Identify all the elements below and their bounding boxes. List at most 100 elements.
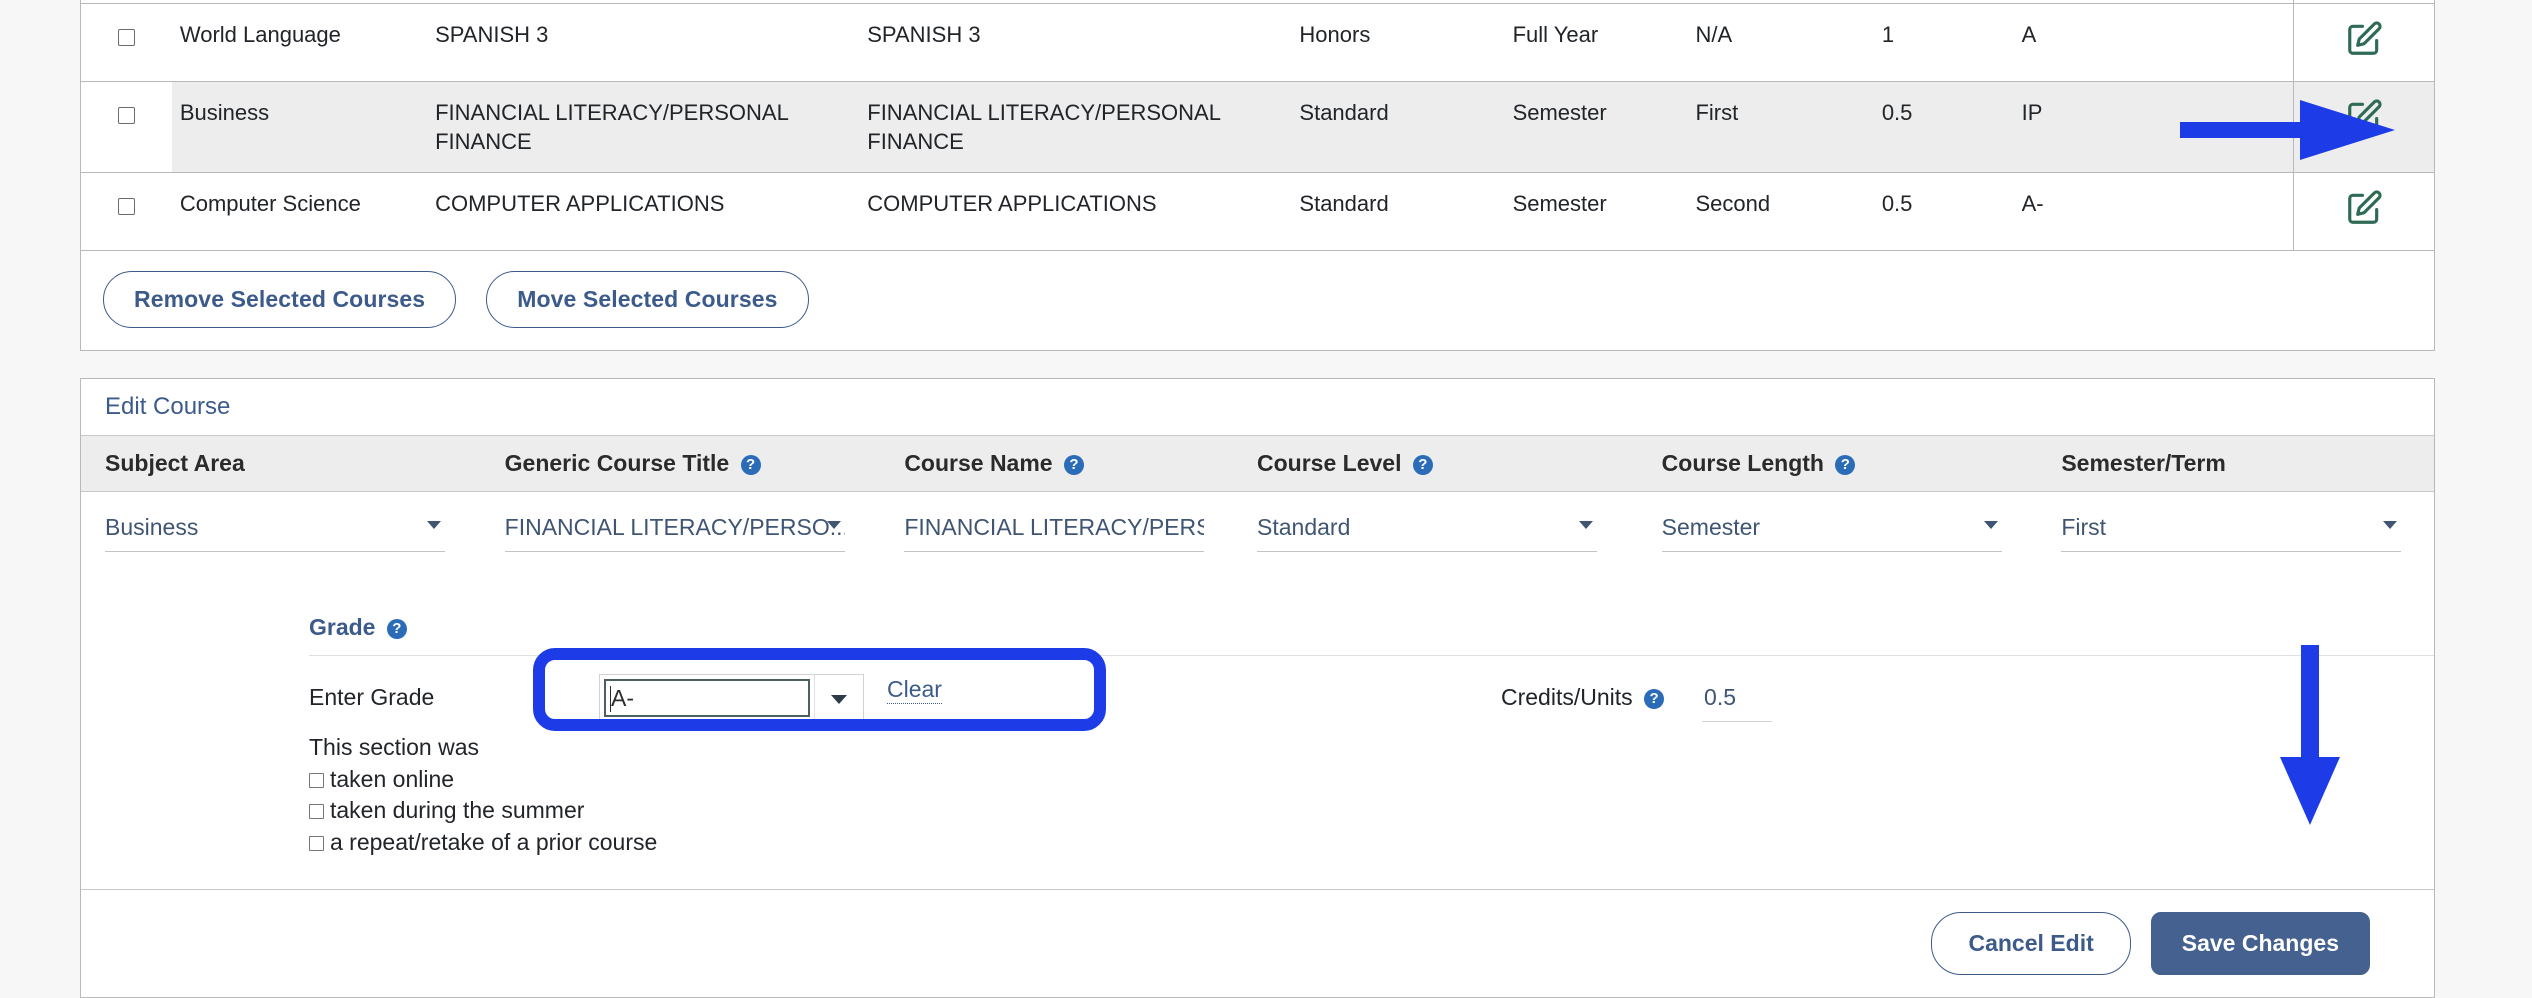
grade-input-row: Enter Grade A- Clear Credits/Units ? 0.5	[81, 656, 2434, 722]
header-subject-area-label: Subject Area	[105, 450, 245, 476]
grade-input[interactable]: A-	[604, 679, 810, 717]
credits-units-label-text: Credits/Units	[1501, 684, 1633, 710]
edit-course-cell[interactable]	[2294, 82, 2434, 173]
grade-section: Grade ? Enter Grade A- Clear Credits/Uni…	[81, 552, 2434, 859]
repeat-retake-checkbox[interactable]	[309, 836, 324, 851]
help-icon[interactable]: ?	[1064, 455, 1084, 475]
grade-section-title: Grade ?	[81, 614, 2434, 641]
header-course-level: Course Level ?	[1233, 436, 1638, 491]
help-icon[interactable]: ?	[387, 619, 407, 639]
grade-title-text: Grade	[309, 614, 375, 640]
header-semester-term-label: Semester/Term	[2061, 450, 2226, 476]
cell-credits: 0.5	[1882, 82, 2022, 173]
chevron-down-icon[interactable]	[1984, 521, 1998, 529]
move-selected-courses-button[interactable]: Move Selected Courses	[486, 271, 808, 328]
header-generic-course-title: Generic Course Title ?	[481, 436, 881, 491]
edit-course-panel: Edit Course Subject Area Generic Course …	[80, 378, 2435, 998]
edit-course-value-row: Business FINANCIAL LITERACY/PERSO... FIN…	[81, 492, 2434, 552]
cell-grade: A-	[2022, 173, 2189, 251]
section-was-option-row[interactable]: taken during the summer	[309, 795, 2434, 827]
edit-course-cell[interactable]	[2294, 173, 2434, 251]
edit-course-title: Edit Course	[81, 379, 2434, 435]
credits-units-label: Credits/Units ?	[1501, 674, 1664, 711]
course-length-select[interactable]: Semester	[1662, 514, 2002, 552]
cell-course-length: Semester	[1513, 82, 1696, 173]
generic-course-title-select[interactable]: FINANCIAL LITERACY/PERSO...	[505, 514, 845, 552]
section-was-block: This section was taken online taken duri…	[81, 722, 2434, 859]
help-icon[interactable]: ?	[1644, 689, 1664, 709]
taken-online-label: taken online	[330, 766, 454, 792]
row-checkbox[interactable]	[118, 107, 135, 124]
cell-subject-area: Business	[172, 82, 435, 173]
row-checkbox[interactable]	[118, 198, 135, 215]
help-icon[interactable]: ?	[741, 455, 761, 475]
course-length-value: Semester	[1662, 514, 1760, 540]
grade-combobox[interactable]: A-	[599, 674, 864, 722]
courses-actions-row: Remove Selected Courses Move Selected Co…	[81, 250, 2434, 350]
enter-grade-label: Enter Grade	[309, 674, 599, 711]
taken-online-checkbox[interactable]	[309, 773, 324, 788]
cell-semester-term: First	[1695, 82, 1881, 173]
edit-course-header-row: Subject Area Generic Course Title ? Cour…	[81, 435, 2434, 492]
remove-selected-courses-button[interactable]: Remove Selected Courses	[103, 271, 456, 328]
taken-during-summer-checkbox[interactable]	[309, 804, 324, 819]
course-level-value: Standard	[1257, 514, 1350, 540]
chevron-down-icon[interactable]	[1579, 521, 1593, 529]
header-course-length-label: Course Length	[1662, 450, 1824, 476]
header-course-length: Course Length ?	[1638, 436, 2038, 491]
help-icon[interactable]: ?	[1835, 455, 1855, 475]
semester-term-select[interactable]: First	[2061, 514, 2401, 552]
semester-term-value: First	[2061, 514, 2106, 540]
header-course-name-label: Course Name	[904, 450, 1052, 476]
edit-course-cell[interactable]	[2294, 4, 2434, 82]
grade-dropdown-button[interactable]	[814, 675, 863, 721]
cancel-edit-button[interactable]: Cancel Edit	[1931, 912, 2130, 975]
save-changes-button[interactable]: Save Changes	[2151, 912, 2370, 975]
credits-units-input[interactable]: 0.5	[1702, 674, 1772, 722]
course-level-select[interactable]: Standard	[1257, 514, 1597, 552]
subject-area-value: Business	[105, 514, 198, 540]
course-name-input[interactable]: FINANCIAL LITERACY/PERSON	[904, 514, 1204, 552]
edit-pencil-icon[interactable]	[2345, 98, 2383, 143]
section-was-option-row[interactable]: taken online	[309, 764, 2434, 796]
clear-grade-link[interactable]: Clear	[887, 676, 942, 704]
row-select-cell[interactable]	[81, 4, 172, 82]
courses-table: World Language SPANISH 3 SPANISH 3 Honor…	[81, 0, 2434, 250]
table-row[interactable]: World Language SPANISH 3 SPANISH 3 Honor…	[81, 4, 2434, 82]
header-course-level-label: Course Level	[1257, 450, 1401, 476]
header-generic-course-title-label: Generic Course Title	[505, 450, 730, 476]
chevron-down-icon[interactable]	[827, 521, 841, 529]
row-select-cell[interactable]	[81, 82, 172, 173]
cell-course-level: Standard	[1299, 82, 1512, 173]
table-row[interactable]: Business FINANCIAL LITERACY/PERSONAL FIN…	[81, 82, 2434, 173]
cell-subject-area: World Language	[172, 4, 435, 82]
cell-course-length: Semester	[1513, 173, 1696, 251]
edit-pencil-icon[interactable]	[2345, 20, 2383, 65]
table-row[interactable]: Computer Science COMPUTER APPLICATIONS C…	[81, 173, 2434, 251]
subject-area-select[interactable]: Business	[105, 514, 445, 552]
cell-course-level: Standard	[1299, 173, 1512, 251]
help-icon[interactable]: ?	[1413, 455, 1433, 475]
section-was-option-row[interactable]: a repeat/retake of a prior course	[309, 827, 2434, 859]
chevron-down-icon[interactable]	[427, 521, 441, 529]
cell-subject-area: Computer Science	[172, 173, 435, 251]
cell-semester-term: Second	[1695, 173, 1881, 251]
cell-credits: 0.5	[1882, 173, 2022, 251]
chevron-down-icon[interactable]	[831, 695, 847, 704]
repeat-retake-label: a repeat/retake of a prior course	[330, 829, 657, 855]
edit-course-footer: Cancel Edit Save Changes	[81, 889, 2434, 997]
courses-table-body: World Language SPANISH 3 SPANISH 3 Honor…	[81, 0, 2434, 250]
cell-generic-course-title: COMPUTER APPLICATIONS	[435, 173, 867, 251]
cell-credits: 1	[1882, 4, 2022, 82]
row-select-cell[interactable]	[81, 173, 172, 251]
cell-grade: IP	[2022, 82, 2189, 173]
header-course-name: Course Name ?	[880, 436, 1233, 491]
cell-course-level: Honors	[1299, 4, 1512, 82]
edit-pencil-icon[interactable]	[2345, 189, 2383, 234]
cell-semester-term: N/A	[1695, 4, 1881, 82]
chevron-down-icon[interactable]	[2383, 521, 2397, 529]
row-checkbox[interactable]	[118, 29, 135, 46]
section-was-heading: This section was	[309, 732, 2434, 764]
cell-course-name: COMPUTER APPLICATIONS	[867, 173, 1299, 251]
cell-course-name: SPANISH 3	[867, 4, 1299, 82]
